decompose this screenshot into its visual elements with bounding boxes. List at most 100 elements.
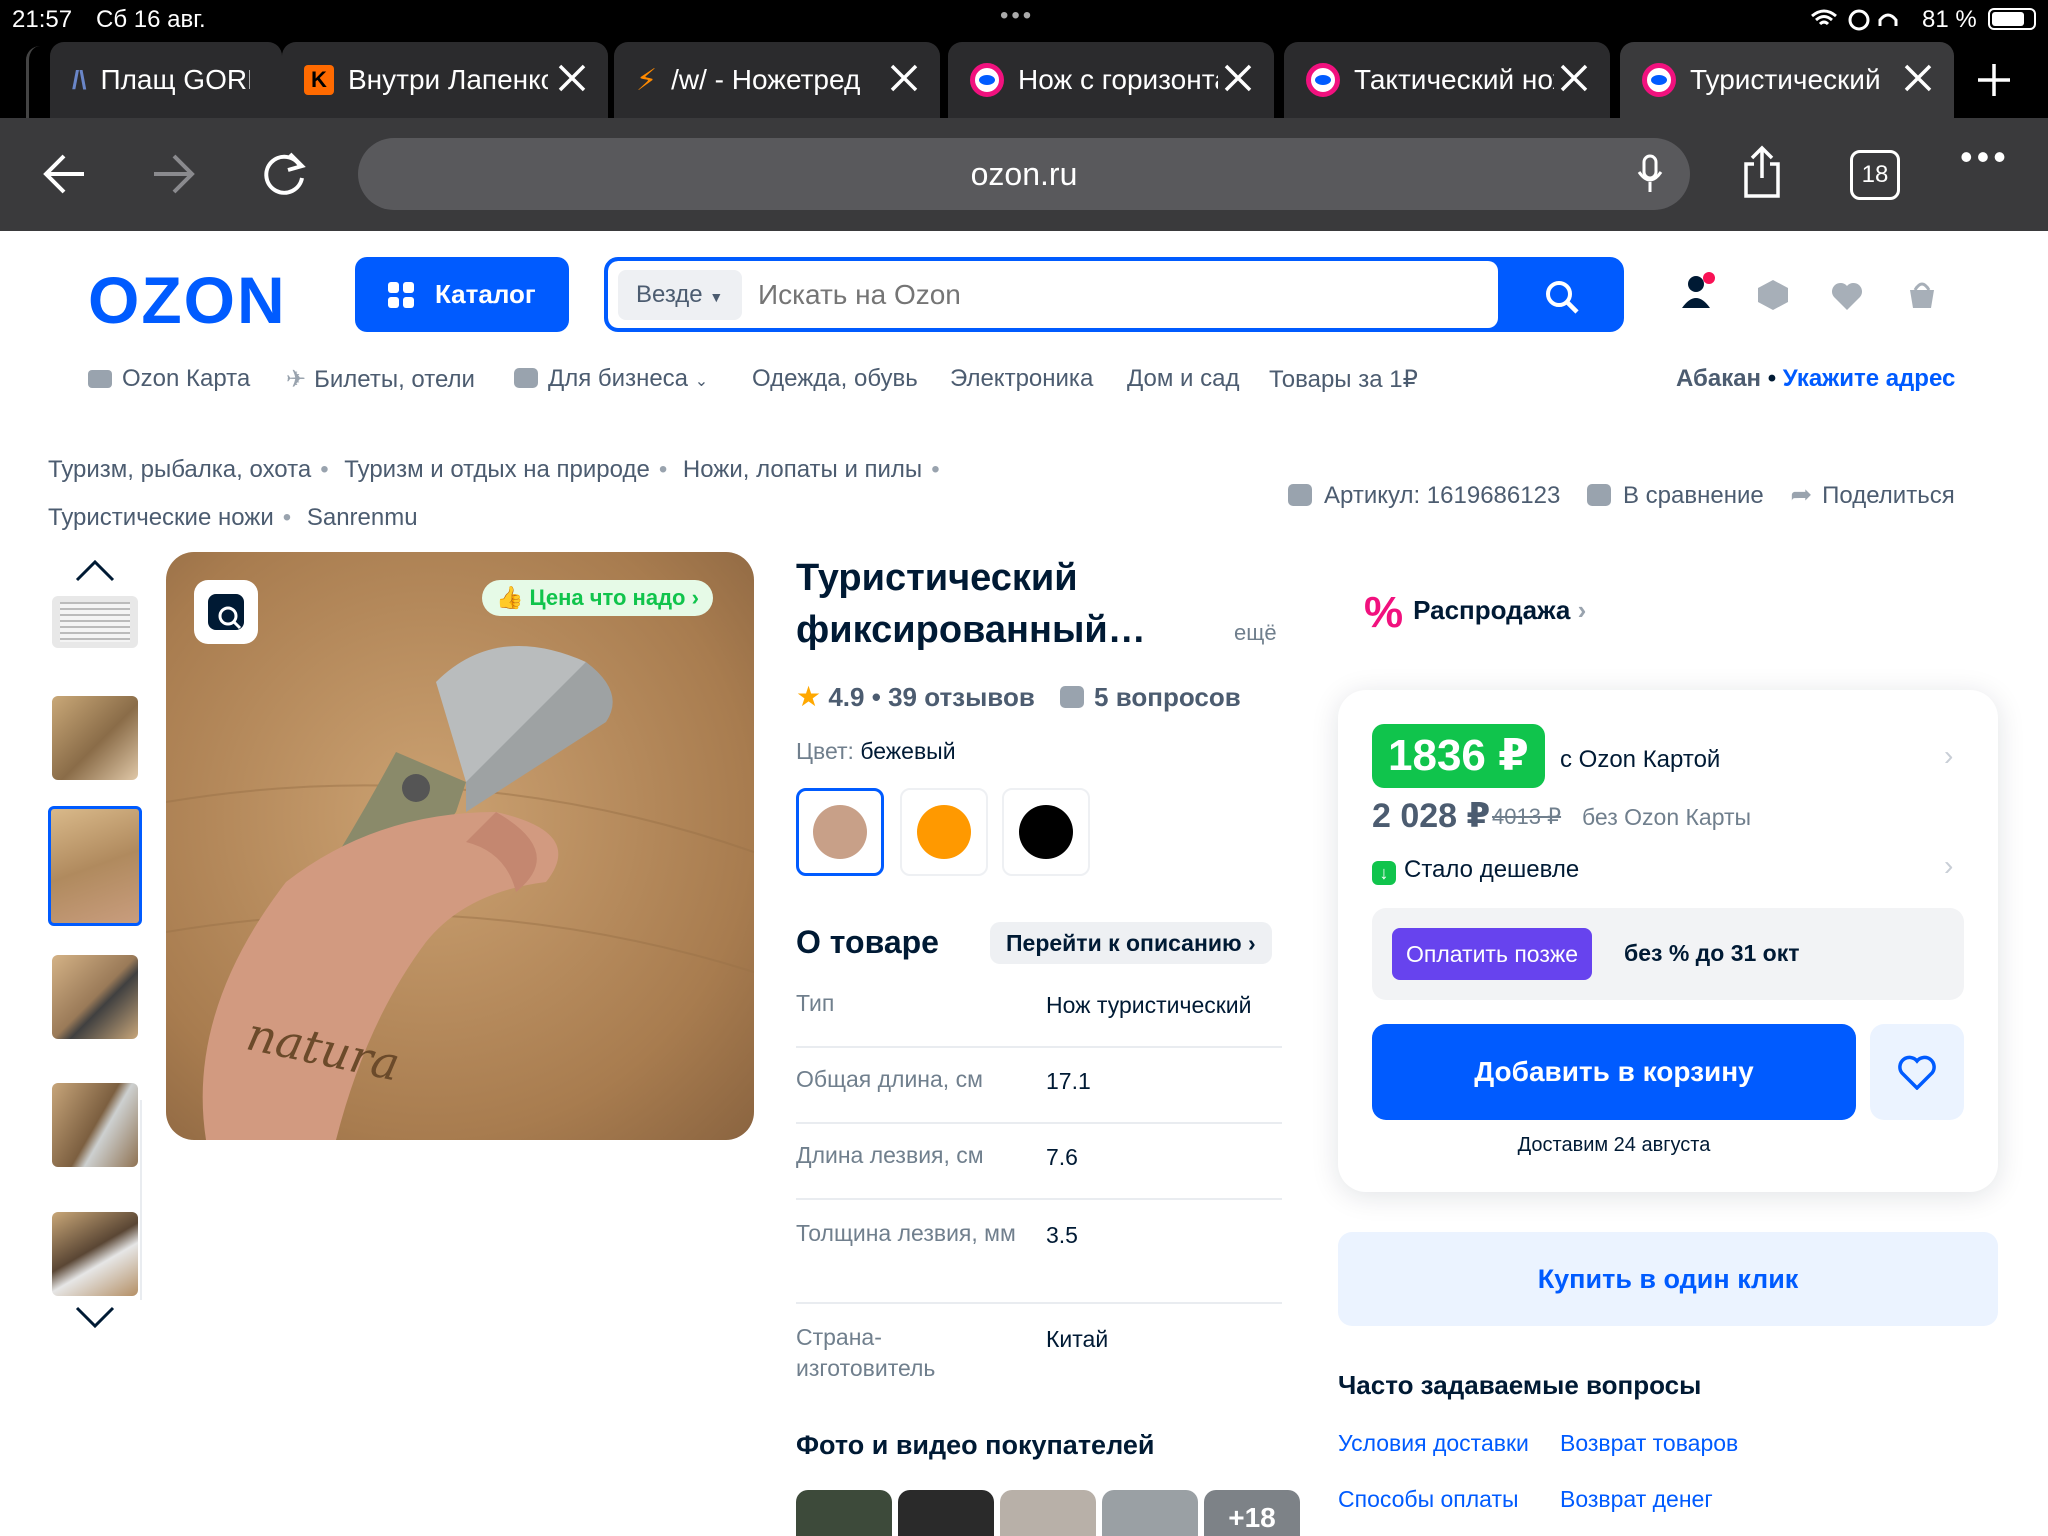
image-search-button[interactable] [194,580,258,644]
tab-0[interactable]: /\ Плащ GORKA [50,42,282,118]
color-swatch-black[interactable] [1002,788,1090,876]
nav-clothes[interactable]: Одежда, обувь [752,365,918,393]
add-to-cart-button[interactable]: Добавить в корзину [1372,1024,1856,1120]
nav-electronics[interactable]: Электроника [950,365,1093,393]
thumbnail[interactable] [52,955,138,1039]
tab-title: Туристический [1690,64,1881,95]
questions-link[interactable]: 5 вопросов [1094,682,1241,712]
customer-photo[interactable] [1000,1490,1096,1536]
breadcrumb-item[interactable]: Ножи, лопаты и пилы [683,456,922,483]
breadcrumb-item[interactable]: Sanrenmu [307,504,418,531]
customer-photo[interactable] [898,1490,994,1536]
price-badge[interactable]: 👍 Цена что надо › [482,580,713,616]
tab-5[interactable]: Туристический [1620,42,1954,118]
tab-count-button[interactable]: 18 [1850,150,1900,200]
favorites-icon[interactable] [1830,280,1864,312]
spec-row: Толщина лезвия, мм 3.5 [796,1218,1282,1304]
reload-icon[interactable] [260,148,310,198]
microphone-icon[interactable] [1636,154,1664,194]
breadcrumb-item[interactable]: Туризм, рыбалка, охота [48,456,311,483]
nav-home-garden[interactable]: Дом и сад [1127,365,1239,393]
thumbnail[interactable] [52,596,138,648]
buy-card: 1836 ₽ с Ozon Картой › 2 028 ₽ 4013 ₽ бе… [1338,690,1998,1192]
chevron-up-icon[interactable] [74,558,116,584]
chevron-right-icon[interactable]: › [1944,740,1953,772]
address-link[interactable]: Укажите адрес [1783,365,1956,392]
close-icon[interactable] [1900,60,1936,96]
nav-tickets[interactable]: ✈ Билеты, отели [286,365,475,394]
orders-icon[interactable] [1756,278,1790,312]
customer-photo[interactable] [796,1490,892,1536]
rating-value[interactable]: 4.9 [828,682,864,712]
tab-4[interactable]: Тактический нож [1284,42,1610,118]
customer-photo[interactable] [1102,1490,1198,1536]
nav-ozon-card[interactable]: Ozon Карта [88,365,250,393]
faq-link-returns[interactable]: Возврат товаров [1560,1430,1738,1457]
search-icon[interactable] [1544,279,1580,315]
multitask-dots-icon[interactable]: ••• [1000,2,1034,30]
forward-icon[interactable] [150,152,198,196]
tab-title: Тактический нож [1354,64,1554,95]
nav-business[interactable]: Для бизнеса ⌄ [514,365,708,393]
faq-link-delivery[interactable]: Условия доставки [1338,1430,1529,1457]
browser-toolbar: ozon.ru 18 ••• [0,118,2048,231]
close-icon[interactable] [1556,60,1592,96]
close-icon[interactable] [886,60,922,96]
tab-1[interactable]: K Внутри Лапенко [282,42,608,118]
back-icon[interactable] [40,152,88,196]
chevron-right-icon[interactable]: › [1944,850,1953,882]
address-bar[interactable]: ozon.ru [358,138,1690,210]
thumbnail[interactable] [52,1212,138,1296]
pay-later-row[interactable]: Оплатить позже без % до 31 окт [1372,908,1964,1000]
buy-one-click-button[interactable]: Купить в один клик [1338,1232,1998,1326]
share-icon[interactable] [1740,144,1784,200]
city-label[interactable]: Абакан • Укажите адрес [1676,365,1955,393]
thumbs-up-icon: 👍 [496,585,524,610]
customer-photos-more[interactable]: +18 [1204,1490,1300,1536]
reviews-link[interactable]: 39 отзывов [888,682,1035,712]
search-scope-select[interactable]: Везде ▼ [618,270,742,320]
color-swatch-beige[interactable] [796,788,884,876]
share-arrow-icon: ➦ [1790,479,1813,509]
search-input[interactable] [758,271,1478,319]
tab-bar: /\ Плащ GORKA K Внутри Лапенко ⚡ /w/ - Н… [0,40,2048,118]
goto-description-button[interactable]: Перейти к описанию › [990,922,1272,964]
nav-items-for-1[interactable]: Товары за 1₽ [1269,365,1418,394]
profile-icon[interactable] [1680,270,1716,314]
tab-3[interactable]: Нож с горизонтальным [948,42,1274,118]
cart-icon[interactable] [1904,278,1940,312]
breadcrumb-item[interactable]: Туризм и отдых на природе [344,456,650,483]
more-menu-icon[interactable]: ••• [1960,136,2010,178]
customer-photos-title: Фото и видео покупателей [796,1430,1155,1460]
product-meta: Артикул: 1619686123 В сравнение ➦ Поделит… [1288,479,1955,510]
status-bar: 21:57 Сб 16 авг. ••• 81 % [0,0,2048,40]
add-to-favorites-button[interactable] [1870,1024,1964,1120]
compare-link[interactable]: В сравнение [1623,482,1764,509]
color-swatch-orange[interactable] [900,788,988,876]
thumbnail-selected[interactable] [48,806,142,926]
faq-link-refund[interactable]: Возврат денег [1560,1486,1713,1513]
tab-title: /w/ - Ножетред [671,64,861,95]
share-link[interactable]: Поделиться [1822,482,1955,509]
ozon-icon [1306,63,1340,97]
close-icon[interactable] [1220,60,1256,96]
catalog-button[interactable]: Каталог [355,257,569,332]
new-tab-icon[interactable] [1974,60,2014,100]
faq-link-payment[interactable]: Способы оплаты [1338,1486,1519,1513]
ozon-logo[interactable]: OZON [88,262,287,338]
breadcrumb-item[interactable]: Туристические ножи [48,504,274,531]
close-icon[interactable] [554,60,590,96]
tab-2[interactable]: ⚡ /w/ - Ножетред [614,42,940,118]
tab-title: Нож с горизонтальным [1018,64,1218,95]
color-value: бежевый [860,738,956,764]
price-drop-row[interactable]: ↓ Стало дешевле [1372,856,1579,885]
article-number[interactable]: Артикул: 1619686123 [1324,482,1560,509]
chevron-down-icon[interactable] [74,1304,116,1330]
thumbnail[interactable] [52,696,138,780]
sale-link[interactable]: % Распродажа › [1364,588,1586,638]
thumbnail[interactable] [52,1083,138,1167]
spec-row: Страна-изготовитель Китай [796,1324,1109,1381]
price-caption: без Ozon Карты [1582,804,1752,830]
title-more-link[interactable]: ещё [1234,620,1277,646]
product-main-image[interactable]: 👍 Цена что надо › natura [166,552,754,1140]
